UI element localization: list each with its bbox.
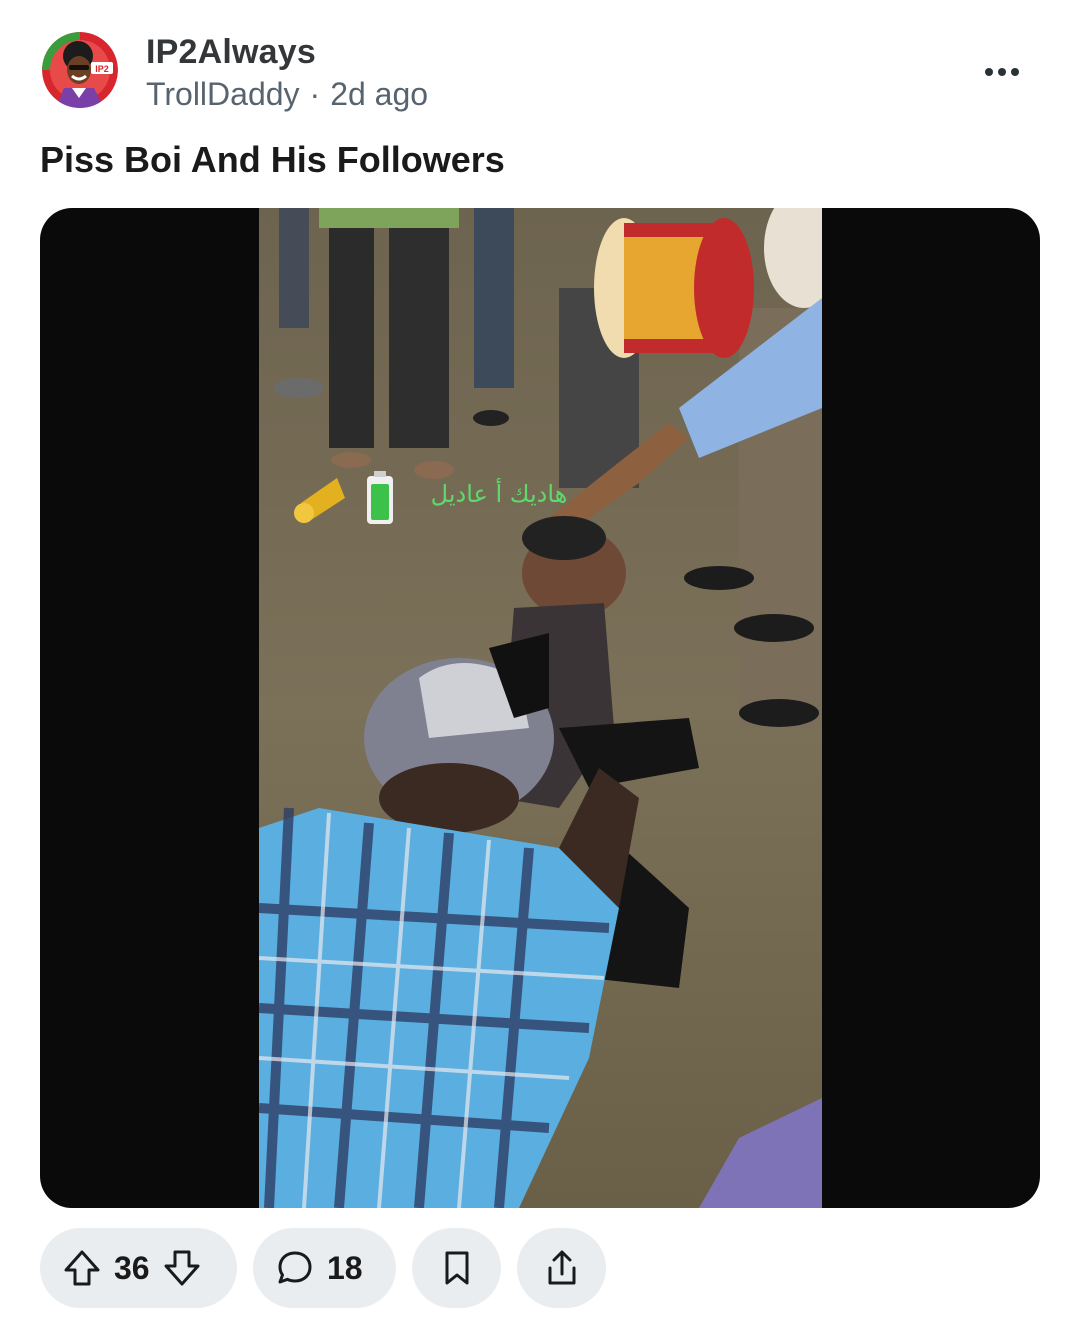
separator-dot: · (309, 76, 321, 112)
arrow-up-icon (64, 1250, 100, 1286)
community-name[interactable]: IP2Always (146, 32, 428, 72)
post-subline: TrollDaddy · 2d ago (146, 74, 428, 114)
comments-button[interactable]: 18 (253, 1228, 396, 1308)
vote-pill: 36 (40, 1228, 237, 1308)
downvote-button[interactable] (162, 1248, 202, 1288)
post-media[interactable]: هاديك أ عاديل (40, 208, 1040, 1208)
author-name[interactable]: TrollDaddy (146, 76, 300, 112)
upvote-button[interactable] (62, 1248, 102, 1288)
video-overlay-text: هاديك أ عاديل (431, 478, 568, 508)
avatar-icon: IP2 (42, 32, 118, 108)
post-header: IP2 IP2Always TrollDaddy · 2d ago (40, 32, 1040, 116)
share-icon (548, 1250, 575, 1285)
post-time: 2d ago (330, 76, 429, 112)
upvote-count: 36 (114, 1249, 150, 1286)
more-horizontal-icon (985, 68, 1019, 76)
more-options-button[interactable] (982, 52, 1022, 92)
video-thumbnail: هاديك أ عاديل (259, 208, 822, 1208)
arrow-down-icon (164, 1250, 200, 1286)
post-meta: IP2Always TrollDaddy · 2d ago (146, 32, 428, 114)
comment-icon-wrapper (275, 1248, 315, 1288)
post-actions: 36 18 (40, 1228, 606, 1308)
post-title[interactable]: Piss Boi And His Followers (40, 138, 505, 182)
save-button[interactable] (412, 1228, 501, 1308)
community-avatar[interactable]: IP2 (42, 32, 118, 108)
bookmark-icon (445, 1251, 468, 1285)
speech-bubble-icon (278, 1251, 312, 1284)
share-button[interactable] (517, 1228, 606, 1308)
avatar-badge: IP2 (95, 64, 109, 74)
comment-count: 18 (327, 1249, 363, 1286)
battery-icon (367, 471, 393, 524)
video-frame[interactable]: هاديك أ عاديل (259, 208, 822, 1208)
